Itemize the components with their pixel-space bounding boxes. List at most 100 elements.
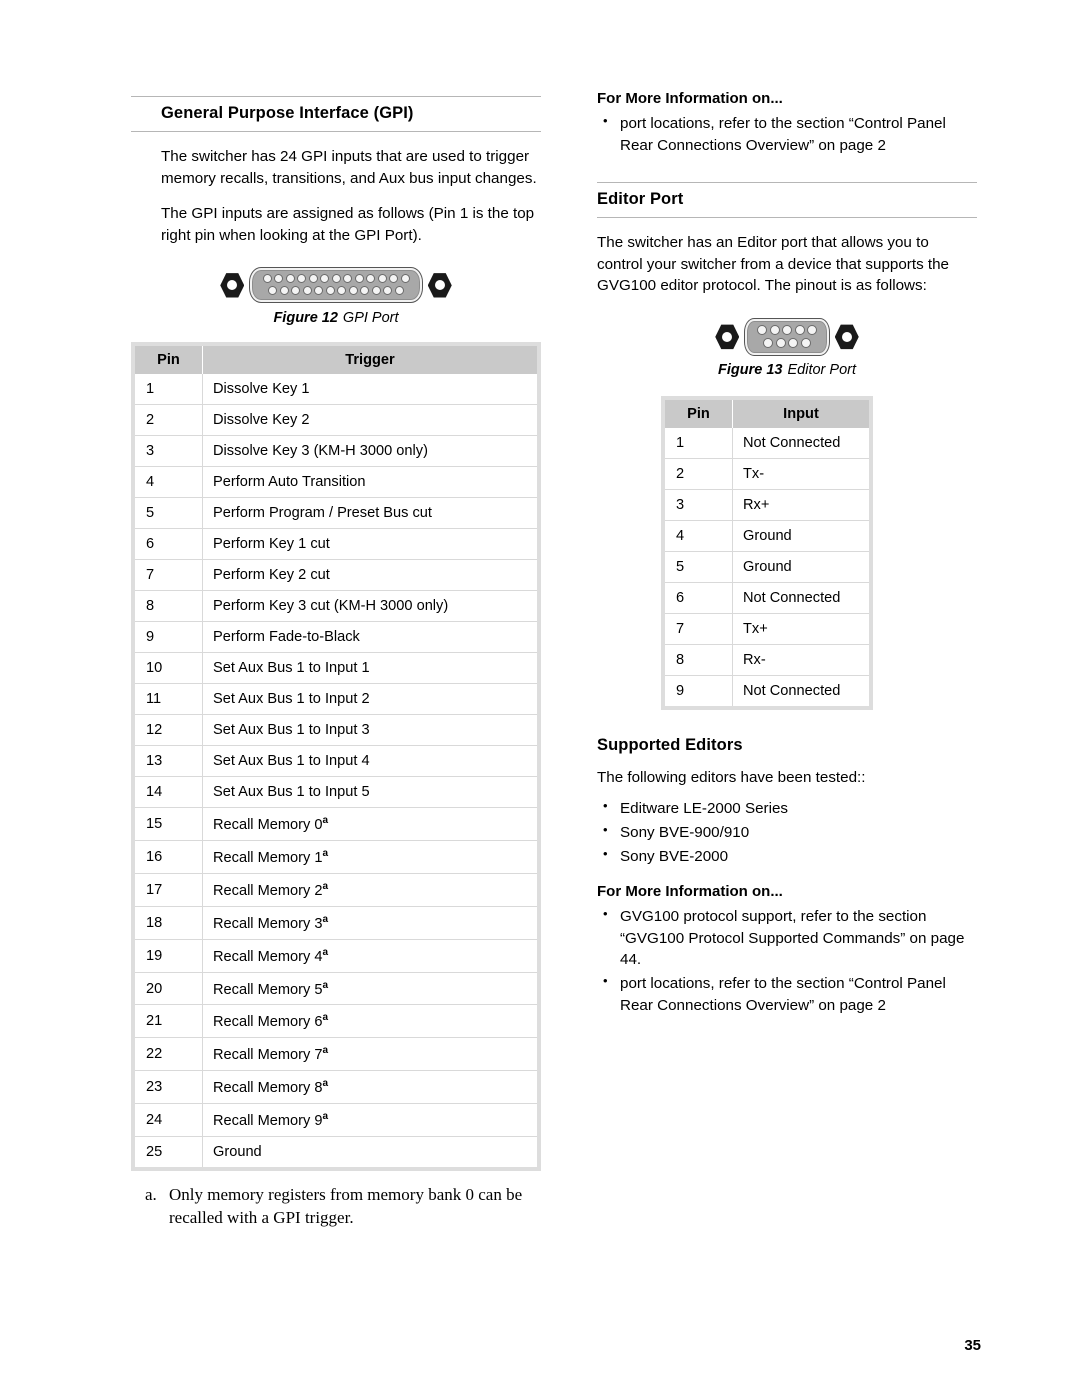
hex-standoff-left-icon	[220, 273, 245, 298]
table-row: 4 Perform Auto Transition	[135, 466, 537, 498]
cell-pin: 3	[665, 488, 733, 521]
table-row: 17 Recall Memory 2a	[135, 873, 537, 907]
cell-input: Not Connected	[732, 674, 869, 706]
cell-pin: 21	[135, 1004, 203, 1038]
connector-pin	[394, 286, 404, 296]
cell-input: Ground	[732, 550, 869, 583]
cell-pin: 2	[135, 404, 203, 436]
cell-pin: 4	[135, 466, 203, 498]
cell-trigger: Perform Program / Preset Bus cut	[202, 497, 537, 529]
db25-connector-graphic	[220, 267, 452, 304]
footnote-reference: a	[322, 979, 329, 991]
gpi-table-body: 1 Dissolve Key 1 2 Dissolve Key 2 3 Dissolve …	[135, 374, 537, 1167]
footnote-reference: a	[322, 815, 329, 827]
connector-pin	[383, 286, 393, 296]
footnote-reference: a	[322, 1012, 329, 1024]
db25-pin-row-bottom	[261, 286, 411, 296]
connector-pin	[794, 324, 805, 335]
cell-trigger: Set Aux Bus 1 to Input 5	[202, 776, 537, 808]
cell-pin: 13	[135, 745, 203, 777]
footnote-reference: a	[322, 1078, 329, 1090]
table-row: 23 Recall Memory 8a	[135, 1070, 537, 1104]
cell-trigger: Ground	[202, 1135, 537, 1167]
cell-pin: 1	[665, 427, 733, 459]
editor-table-body: 1 Not Connected 2 Tx- 3 Rx+ 4 Ground 5 Ground 6 Not…	[665, 427, 869, 706]
cell-input: Tx+	[732, 612, 869, 645]
table-row: 1 Dissolve Key 1	[135, 374, 537, 405]
cell-pin: 4	[665, 519, 733, 552]
connector-pin	[343, 274, 352, 284]
connector-pin	[320, 274, 329, 284]
connector-pin	[314, 286, 324, 296]
gpi-paragraph-1: The switcher has 24 GPI inputs that are …	[161, 148, 537, 187]
connector-pin	[337, 286, 347, 296]
section-heading-editor-port: Editor Port	[597, 182, 977, 219]
db25-pin-row-top	[261, 274, 411, 284]
cell-input: Rx-	[732, 643, 869, 676]
cell-trigger: Dissolve Key 2	[202, 404, 537, 436]
table-header-row: Pin Input	[665, 399, 869, 428]
more-info-heading-top: For More Information on...	[597, 90, 783, 107]
cell-trigger: Dissolve Key 1	[202, 374, 537, 405]
page-number: 35	[964, 1337, 981, 1354]
hex-standoff-right-icon	[834, 324, 859, 350]
cell-pin: 8	[665, 643, 733, 676]
cell-trigger: Recall Memory 5a	[202, 971, 537, 1005]
hex-standoff-right-icon	[427, 273, 452, 298]
table-row: 11 Set Aux Bus 1 to Input 2	[135, 683, 537, 715]
gpi-pinout-table: Pin Trigger 1 Dissolve Key 1 2 Dissolve Key…	[131, 342, 541, 1171]
table-row: 2 Tx-	[665, 457, 869, 490]
more-info-heading-bottom: For More Information on...	[597, 883, 783, 901]
table-row: 6 Not Connected	[665, 581, 869, 614]
table-row: 5 Perform Program / Preset Bus cut	[135, 497, 537, 529]
cell-pin: 24	[135, 1103, 203, 1137]
cell-pin: 25	[135, 1135, 203, 1167]
cell-trigger: Recall Memory 2a	[202, 873, 537, 907]
list-item: Sony BVE-900/910	[597, 821, 977, 844]
connector-pin	[757, 324, 767, 335]
more-info-list-bottom: GVG100 protocol support, refer to the se…	[597, 905, 977, 1016]
right-column: For More Information on... port location…	[597, 90, 977, 1018]
cell-pin: 16	[135, 840, 203, 874]
de9-shell	[744, 317, 830, 356]
table-row: 9 Not Connected	[665, 674, 869, 706]
connector-pin	[800, 337, 811, 348]
figure-13-number: Figure 13	[718, 361, 783, 378]
connector-pin	[354, 274, 364, 284]
cell-trigger: Dissolve Key 3 (KM-H 3000 only)	[202, 435, 537, 467]
connector-pin	[775, 337, 786, 348]
supported-editors-list: Editware LE-2000 SeriesSony BVE-900/910S…	[597, 797, 977, 867]
connector-pin	[297, 274, 306, 284]
table-row: 2 Dissolve Key 2	[135, 404, 537, 436]
table-header-row: Pin Trigger	[135, 346, 537, 375]
cell-pin: 7	[135, 559, 203, 591]
cell-input: Ground	[732, 519, 869, 552]
connector-pin	[302, 286, 312, 296]
cell-pin: 1	[135, 374, 203, 405]
column-header-trigger: Trigger	[202, 346, 537, 375]
supported-editors-intro: The following editors have been tested::	[597, 768, 866, 786]
figure-13-caption: Figure 13 Editor Port	[597, 362, 977, 378]
cell-input: Tx-	[732, 457, 869, 490]
de9-pin-row-bottom	[756, 337, 818, 348]
connector-pin	[400, 274, 410, 284]
de9-pin-row-top	[756, 324, 818, 335]
editor-port-paragraph-1: The switcher has an Editor port that all…	[597, 234, 950, 295]
cell-input: Not Connected	[732, 427, 869, 459]
gpi-paragraph-2: The GPI inputs are assigned as follows (…	[161, 205, 535, 244]
cell-pin: 7	[665, 612, 733, 645]
cell-trigger: Set Aux Bus 1 to Input 4	[202, 745, 537, 777]
figure-13-title: Editor Port	[787, 361, 856, 378]
cell-pin: 3	[135, 435, 203, 467]
cell-pin: 12	[135, 714, 203, 746]
table-row: 6 Perform Key 1 cut	[135, 528, 537, 560]
figure-gpi-port: Figure 12 GPI Port	[131, 267, 541, 326]
cell-trigger: Recall Memory 8a	[202, 1070, 537, 1104]
document-page: General Purpose Interface (GPI) The swit…	[0, 0, 1080, 1397]
cell-trigger: Perform Key 3 cut (KM-H 3000 only)	[202, 590, 537, 622]
cell-pin: 5	[135, 497, 203, 529]
connector-pin	[377, 274, 387, 284]
cell-trigger: Recall Memory 1a	[202, 840, 537, 874]
connector-pin	[763, 337, 774, 348]
de9-connector-graphic	[715, 317, 859, 356]
